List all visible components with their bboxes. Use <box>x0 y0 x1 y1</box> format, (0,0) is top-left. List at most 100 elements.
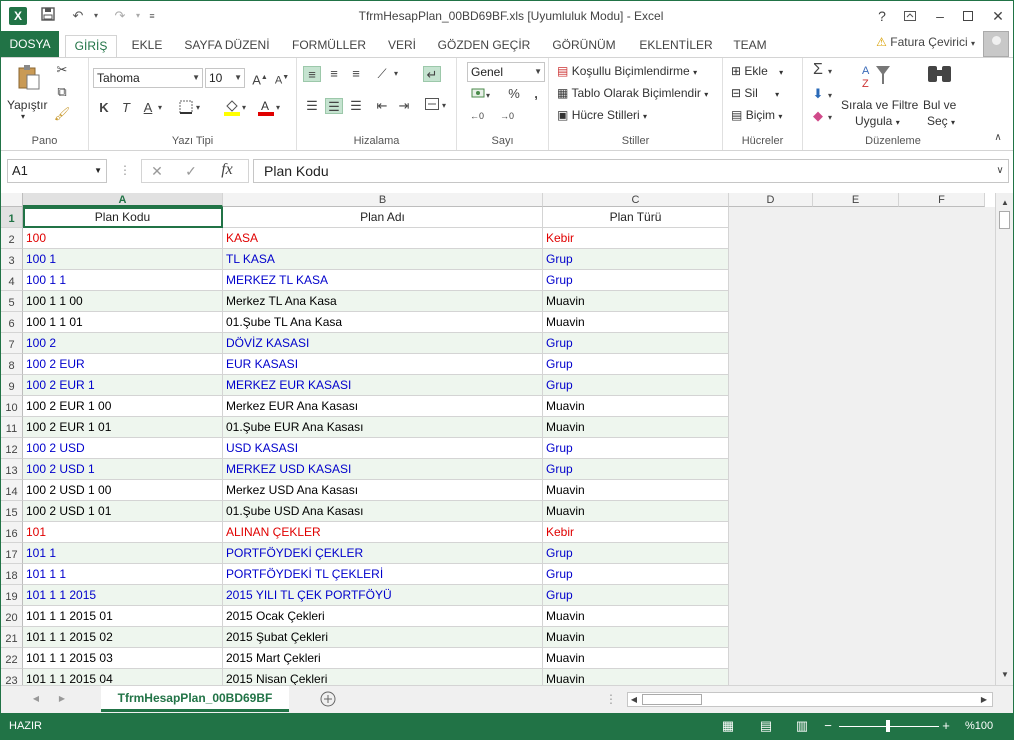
save-icon[interactable] <box>37 7 59 25</box>
row-header[interactable]: 17 <box>1 543 23 564</box>
sheet-tab[interactable]: TfrmHesapPlan_00BD69BF <box>101 686 289 712</box>
table-cell[interactable]: Grup <box>543 333 729 354</box>
column-header-f[interactable]: F <box>899 193 985 207</box>
tab-view[interactable]: GÖRÜNÜM <box>545 35 623 57</box>
decrease-decimal-icon[interactable]: →0 <box>497 108 517 124</box>
table-cell[interactable]: USD KASASI <box>223 438 543 459</box>
collapse-ribbon-icon[interactable]: ∧ <box>989 130 1007 146</box>
align-top-icon[interactable]: ≡ <box>303 66 321 82</box>
page-layout-view-icon[interactable]: ▤ <box>757 718 775 734</box>
zoom-in-icon[interactable]: + <box>937 718 955 734</box>
table-cell[interactable]: 2015 Mart Çekleri <box>223 648 543 669</box>
copy-icon[interactable]: ⧉ <box>53 84 71 100</box>
table-cell[interactable]: 2015 Şubat Çekleri <box>223 627 543 648</box>
table-cell[interactable]: 101 1 1 2015 04 <box>23 669 223 685</box>
scroll-left-icon[interactable]: ◀ <box>628 692 640 708</box>
row-header[interactable]: 11 <box>1 417 23 438</box>
cell-styles-button[interactable]: ▣ Hücre Stilleri ▾ <box>557 108 647 122</box>
vertical-scroll-thumb[interactable] <box>999 211 1010 229</box>
row-header[interactable]: 14 <box>1 480 23 501</box>
table-cell[interactable]: Grup <box>543 375 729 396</box>
table-cell[interactable]: Muavin <box>543 417 729 438</box>
table-cell[interactable]: Grup <box>543 270 729 291</box>
bold-button[interactable]: K <box>95 100 113 116</box>
tab-file[interactable]: DOSYA <box>1 31 59 57</box>
align-center-icon[interactable]: ☰ <box>325 98 343 114</box>
autosum-dropdown-icon[interactable]: ▾ <box>825 64 835 80</box>
table-cell[interactable]: 01.Şube USD Ana Kasası <box>223 501 543 522</box>
table-cell[interactable]: MERKEZ TL KASA <box>223 270 543 291</box>
decrease-indent-icon[interactable]: ⇤ <box>373 98 391 114</box>
table-cell[interactable]: Grup <box>543 564 729 585</box>
clear-dropdown-icon[interactable]: ▾ <box>825 110 835 126</box>
row-header[interactable]: 9 <box>1 375 23 396</box>
number-format-select[interactable]: Genel ▼ <box>467 62 545 82</box>
font-color-dropdown-icon[interactable]: ▾ <box>273 100 283 116</box>
align-left-icon[interactable]: ☰ <box>303 98 321 114</box>
table-cell[interactable]: 100 2 EUR 1 <box>23 375 223 396</box>
cancel-icon[interactable]: ✕ <box>148 163 166 179</box>
column-header-c[interactable]: C <box>543 193 729 207</box>
borders-dropdown-icon[interactable]: ▾ <box>193 100 203 116</box>
paste-button[interactable]: Yapıştır <box>7 98 47 112</box>
table-cell[interactable]: 100 1 1 01 <box>23 312 223 333</box>
merge-dropdown-icon[interactable]: ▾ <box>439 98 449 114</box>
close-button[interactable]: ✕ <box>987 6 1009 26</box>
row-header[interactable]: 21 <box>1 627 23 648</box>
vertical-scrollbar[interactable]: ▲ ▼ <box>995 193 1013 685</box>
next-sheet-icon[interactable]: ▶ <box>53 691 71 707</box>
scroll-down-icon[interactable]: ▼ <box>996 667 1013 683</box>
delete-cells-button[interactable]: ⊟ Sil ▾ <box>731 86 779 100</box>
table-cell[interactable]: TL KASA <box>223 249 543 270</box>
increase-indent-icon[interactable]: ⇥ <box>395 98 413 114</box>
prev-sheet-icon[interactable]: ◀ <box>27 691 45 707</box>
sort-filter-button[interactable]: Sırala ve Filtre <box>841 98 918 112</box>
tab-team[interactable]: TEAM <box>727 35 773 57</box>
format-as-table-button[interactable]: ▦ Tablo Olarak Biçimlendir ▾ <box>557 86 708 100</box>
sort-filter-button-line2[interactable]: Uygula ▾ <box>855 114 900 128</box>
table-cell[interactable]: Kebir <box>543 228 729 249</box>
increase-font-icon[interactable]: A▲ <box>251 70 269 87</box>
paste-icon[interactable] <box>15 64 43 92</box>
table-cell[interactable]: 01.Şube TL Ana Kasa <box>223 312 543 333</box>
user-account[interactable]: ⚠ Fatura Çevirici ▾ <box>876 35 975 49</box>
row-header[interactable]: 16 <box>1 522 23 543</box>
column-header-b[interactable]: B <box>223 193 543 207</box>
scroll-right-icon[interactable]: ▶ <box>978 692 990 708</box>
table-cell[interactable]: 100 2 USD 1 01 <box>23 501 223 522</box>
table-cell[interactable]: Grup <box>543 543 729 564</box>
row-header[interactable]: 6 <box>1 312 23 333</box>
select-all-corner[interactable] <box>1 193 23 207</box>
increase-decimal-icon[interactable]: ←0 <box>467 108 487 124</box>
accounting-dropdown-icon[interactable]: ▾ <box>483 88 493 104</box>
table-cell[interactable]: Grup <box>543 585 729 606</box>
comma-style-icon[interactable]: , <box>527 86 545 102</box>
normal-view-icon[interactable]: ▦ <box>719 718 737 734</box>
row-header[interactable]: 23 <box>1 669 23 685</box>
table-cell[interactable]: 101 1 <box>23 543 223 564</box>
row-header[interactable]: 1 <box>1 207 23 228</box>
table-cell[interactable]: Muavin <box>543 396 729 417</box>
wrap-text-icon[interactable]: ↵ <box>423 66 441 82</box>
orientation-dropdown-icon[interactable]: ▾ <box>391 66 401 82</box>
expand-formula-icon[interactable]: ∨ <box>991 163 1009 179</box>
table-cell[interactable]: 100 2 <box>23 333 223 354</box>
header-cell[interactable]: Plan Türü <box>543 207 729 228</box>
page-break-view-icon[interactable]: ▥ <box>793 718 811 734</box>
tab-data[interactable]: VERİ <box>381 35 423 57</box>
decrease-font-icon[interactable]: A▼ <box>273 70 291 87</box>
table-cell[interactable]: 100 1 1 <box>23 270 223 291</box>
align-bottom-icon[interactable]: ≡ <box>347 66 365 82</box>
table-cell[interactable]: 100 2 USD 1 <box>23 459 223 480</box>
table-cell[interactable]: Muavin <box>543 312 729 333</box>
column-header-a[interactable]: A <box>23 193 223 207</box>
table-cell[interactable]: PORTFÖYDEKİ TL ÇEKLERİ <box>223 564 543 585</box>
tab-page-layout[interactable]: SAYFA DÜZENİ <box>179 35 275 57</box>
find-select-button-line2[interactable]: Seç ▾ <box>927 114 955 128</box>
table-cell[interactable]: Merkez TL Ana Kasa <box>223 291 543 312</box>
tab-review[interactable]: GÖZDEN GEÇİR <box>433 35 535 57</box>
header-cell[interactable]: Plan Adı <box>223 207 543 228</box>
table-cell[interactable]: Muavin <box>543 669 729 685</box>
table-cell[interactable]: Kebir <box>543 522 729 543</box>
tab-home[interactable]: GİRİŞ <box>65 35 117 58</box>
